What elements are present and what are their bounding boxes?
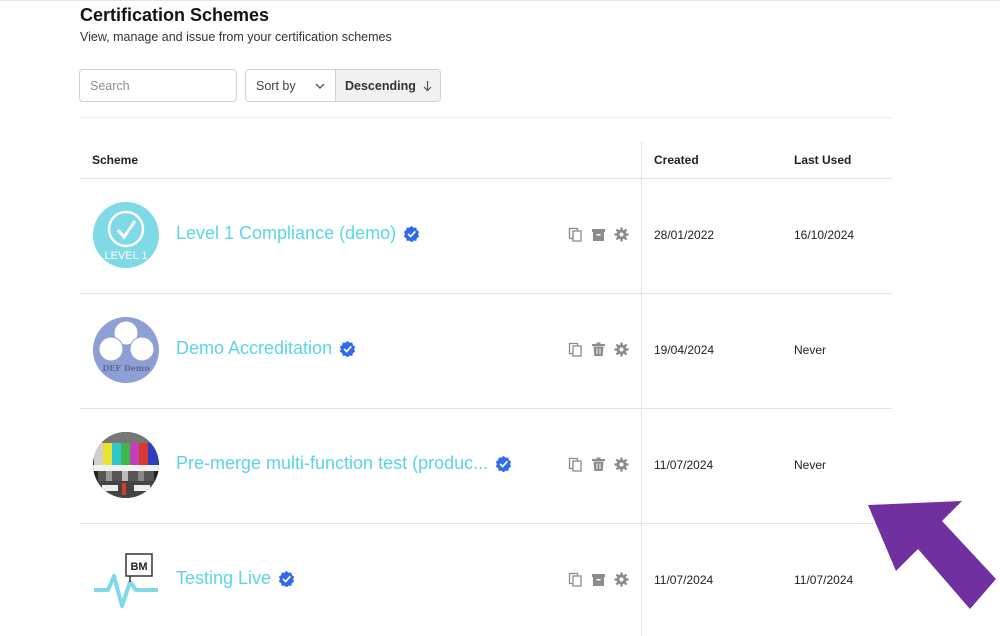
row-actions (568, 572, 629, 587)
last-used-date: Never (794, 458, 827, 472)
test-card-logo (93, 432, 159, 498)
gear-icon[interactable] (614, 342, 629, 357)
trash-icon[interactable] (591, 457, 606, 472)
table-row[interactable]: Pre-merge multi-function test (produc...… (80, 409, 892, 524)
scheme-name-link[interactable]: Testing Live (176, 568, 295, 589)
sort-controls: Sort by Descending (245, 69, 441, 102)
verified-badge-icon (495, 455, 512, 472)
created-date: 28/01/2022 (654, 228, 715, 242)
search-input[interactable] (79, 69, 237, 102)
created-date: 11/07/2024 (654, 573, 714, 587)
verified-badge-icon (403, 225, 420, 242)
table-row[interactable]: BM Testing Live 11/07/2024 11/07/2024 (80, 524, 892, 636)
column-header-created: Created (654, 153, 699, 167)
chevron-down-icon (315, 83, 325, 89)
row-actions (568, 342, 629, 357)
sort-by-select[interactable]: Sort by (246, 70, 336, 101)
annotation-arrow (868, 501, 996, 609)
top-rule (0, 0, 1000, 1)
last-used-date: 16/10/2024 (794, 228, 855, 242)
sort-by-label: Sort by (256, 78, 296, 93)
page-title: Certification Schemes (80, 5, 270, 25)
scheme-name[interactable]: Level 1 Compliance (demo) (176, 223, 396, 244)
archive-icon[interactable] (591, 572, 606, 587)
column-header-scheme: Scheme (92, 153, 139, 167)
copy-icon[interactable] (568, 342, 583, 357)
gear-icon[interactable] (614, 572, 629, 587)
column-header-last-used: Last Used (794, 153, 852, 167)
created-date: 19/04/2024 (654, 343, 715, 357)
table-row[interactable]: LEVEL 1 Level 1 Compliance (demo) 28/01/… (80, 179, 892, 294)
scheme-name[interactable]: Pre-merge multi-function test (produc... (176, 453, 488, 474)
logo-text: LEVEL 1 (104, 250, 147, 262)
page-subtitle: View, manage and issue from your certifi… (80, 30, 392, 44)
row-actions (568, 457, 629, 472)
copy-icon[interactable] (568, 572, 583, 587)
scheme-name-link[interactable]: Level 1 Compliance (demo) (176, 223, 420, 244)
gear-icon[interactable] (614, 457, 629, 472)
row-actions (568, 227, 629, 242)
section-divider (80, 117, 892, 118)
verified-badge-icon (278, 570, 295, 587)
def-demo-logo: DEF Demo (93, 317, 159, 383)
scheme-name-link[interactable]: Demo Accreditation (176, 338, 356, 359)
copy-icon[interactable] (568, 457, 583, 472)
created-date: 11/07/2024 (654, 458, 714, 472)
arrow-down-icon (423, 80, 432, 91)
table-row[interactable]: DEF Demo Demo Accreditation 19/04/2024 N… (80, 294, 892, 409)
gear-icon[interactable] (614, 227, 629, 242)
logo-text: DEF Demo (102, 363, 150, 373)
scheme-name[interactable]: Demo Accreditation (176, 338, 332, 359)
scheme-name-link[interactable]: Pre-merge multi-function test (produc... (176, 453, 512, 474)
level-1-logo: LEVEL 1 (93, 202, 159, 268)
logo-text: BM (130, 561, 147, 573)
bm-logo: BM (94, 553, 158, 608)
verified-badge-icon (339, 340, 356, 357)
trash-icon[interactable] (591, 342, 606, 357)
scheme-name[interactable]: Testing Live (176, 568, 271, 589)
schemes-table: Scheme Created Last Used LEVEL 1 Level 1… (80, 142, 892, 636)
copy-icon[interactable] (568, 227, 583, 242)
sort-order-toggle[interactable]: Descending (336, 70, 440, 101)
archive-icon[interactable] (591, 227, 606, 242)
last-used-date: 11/07/2024 (794, 573, 854, 587)
last-used-date: Never (794, 343, 827, 357)
sort-order-label: Descending (345, 78, 416, 93)
table-header: Scheme Created Last Used (80, 142, 892, 179)
